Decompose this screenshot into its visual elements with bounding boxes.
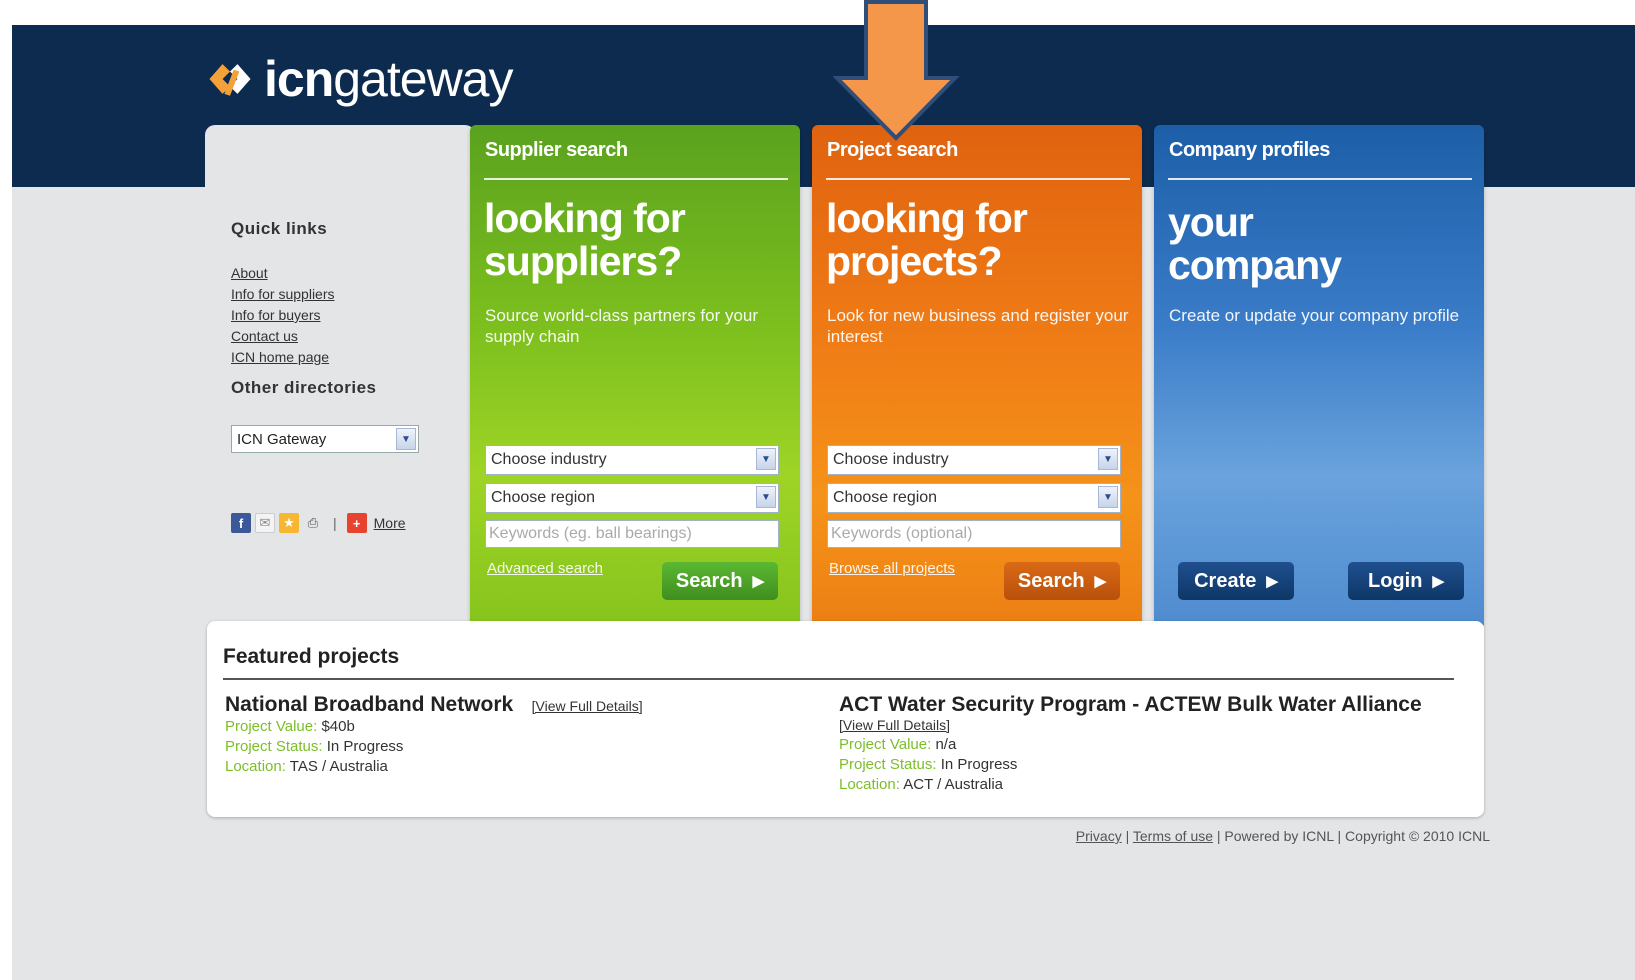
divider <box>1168 178 1472 180</box>
login-button[interactable]: Login ▶ <box>1348 562 1464 600</box>
create-button[interactable]: Create ▶ <box>1178 562 1294 600</box>
company-profiles-card: Company profiles your company Create or … <box>1154 125 1484 625</box>
email-icon[interactable]: ✉ <box>255 513 275 533</box>
advanced-search-link[interactable]: Advanced search <box>487 560 603 577</box>
quick-links-list: About Info for suppliers Info for buyers… <box>231 263 335 368</box>
quick-link-contact[interactable]: Contact us <box>231 328 298 344</box>
supplier-keywords-input[interactable]: Keywords (eg. ball bearings) <box>485 520 779 548</box>
terms-of-use-link[interactable]: Terms of use <box>1133 828 1213 844</box>
divider <box>826 178 1130 180</box>
annotation-down-arrow <box>833 0 960 141</box>
caret-right-icon: ▶ <box>752 573 765 590</box>
company-description: Create or update your company profile <box>1169 306 1460 325</box>
supplier-search-button[interactable]: Search ▶ <box>662 562 778 600</box>
chevron-down-icon: ▼ <box>1098 486 1118 508</box>
project-name: National Broadband Network <box>225 693 514 716</box>
project-industry-select[interactable]: Choose industry ▼ <box>827 445 1121 475</box>
quick-link-icn-home[interactable]: ICN home page <box>231 349 329 365</box>
caret-right-icon: ▶ <box>1266 573 1278 590</box>
project-status-row: Project Status: In Progress <box>839 756 1018 773</box>
directory-select[interactable]: ICN Gateway ▼ <box>231 425 419 453</box>
footer: Privacy | Terms of use | Powered by ICNL… <box>1075 828 1490 844</box>
icn-logo-icon <box>209 64 251 96</box>
view-full-details-link[interactable]: [View Full Details] <box>839 717 950 733</box>
project-name: ACT Water Security Program - ACTEW Bulk … <box>839 693 1422 716</box>
supplier-card-title: Supplier search <box>485 139 628 161</box>
supplier-search-card: Supplier search looking for suppliers? S… <box>470 125 800 625</box>
addthis-plus-icon[interactable]: + <box>346 513 367 533</box>
left-panel: Quick links About Info for suppliers Inf… <box>205 125 475 625</box>
featured-projects-title: Featured projects <box>223 645 400 668</box>
share-toolbar: f ✉ ★ ⎙ | + More <box>231 513 406 533</box>
button-label: Login <box>1368 569 1423 592</box>
quick-link-info-buyers[interactable]: Info for buyers <box>231 307 321 323</box>
project-search-card: Project search looking for projects? Loo… <box>812 125 1142 625</box>
divider <box>223 678 1454 680</box>
browse-all-projects-link[interactable]: Browse all projects <box>829 560 955 577</box>
company-headline: your company <box>1168 199 1342 288</box>
select-value: Choose industry <box>833 451 949 468</box>
view-full-details-link[interactable]: [View Full Details] <box>532 698 643 714</box>
featured-project: National Broadband Network [View Full De… <box>225 693 643 777</box>
share-more-link[interactable]: More <box>374 515 406 531</box>
quick-links-heading: Quick links <box>231 219 328 238</box>
share-separator: | <box>333 515 337 531</box>
select-value: Choose region <box>833 489 938 506</box>
featured-projects-panel: Featured projects National Broadband Net… <box>207 621 1484 817</box>
project-region-select[interactable]: Choose region ▼ <box>827 483 1121 513</box>
supplier-description: Source world-class partners for your sup… <box>485 306 759 346</box>
supplier-industry-select[interactable]: Choose industry ▼ <box>485 445 779 475</box>
quick-link-about[interactable]: About <box>231 265 268 281</box>
project-headline: looking for projects? <box>826 195 1028 284</box>
logo-wordmark: icngateway <box>264 51 513 107</box>
project-description: Look for new business and register your … <box>827 306 1129 346</box>
project-search-button[interactable]: Search ▶ <box>1004 562 1120 600</box>
caret-right-icon: ▶ <box>1432 573 1444 590</box>
footer-copyright: | Powered by ICNL | Copyright © 2010 ICN… <box>1213 828 1490 844</box>
chevron-down-icon: ▼ <box>756 448 776 470</box>
divider <box>484 178 788 180</box>
chevron-down-icon: ▼ <box>756 486 776 508</box>
project-value-row: Project Value: $40b <box>225 718 355 735</box>
company-card-title: Company profiles <box>1169 139 1330 161</box>
project-keywords-input[interactable]: Keywords (optional) <box>827 520 1121 548</box>
select-value: Choose region <box>491 489 596 506</box>
facebook-icon[interactable]: f <box>231 513 251 533</box>
other-directories-heading: Other directories <box>231 378 377 397</box>
button-label: Search <box>675 569 743 592</box>
project-card-title: Project search <box>827 139 958 161</box>
featured-project: ACT Water Security Program - ACTEW Bulk … <box>839 693 1422 795</box>
favorite-icon[interactable]: ★ <box>279 513 299 533</box>
icn-gateway-logo[interactable]: icngateway <box>202 49 513 109</box>
directory-select-value: ICN Gateway <box>237 430 327 448</box>
chevron-down-icon: ▼ <box>1098 448 1118 470</box>
chevron-down-icon: ▼ <box>396 428 416 450</box>
supplier-region-select[interactable]: Choose region ▼ <box>485 483 779 513</box>
quick-link-info-suppliers[interactable]: Info for suppliers <box>231 286 335 302</box>
project-location-row: Location: TAS / Australia <box>225 758 388 775</box>
button-label: Search <box>1017 569 1085 592</box>
project-value-row: Project Value: n/a <box>839 736 957 753</box>
caret-right-icon: ▶ <box>1094 573 1107 590</box>
supplier-headline: looking for suppliers? <box>484 195 686 284</box>
project-status-row: Project Status: In Progress <box>225 738 404 755</box>
print-icon[interactable]: ⎙ <box>303 513 323 533</box>
select-value: Choose industry <box>491 451 607 468</box>
privacy-link[interactable]: Privacy <box>1076 828 1122 844</box>
page-background: icngateway Quick links About Info for su… <box>12 25 1635 980</box>
project-location-row: Location: ACT / Australia <box>839 776 1003 793</box>
button-label: Create <box>1194 569 1257 592</box>
